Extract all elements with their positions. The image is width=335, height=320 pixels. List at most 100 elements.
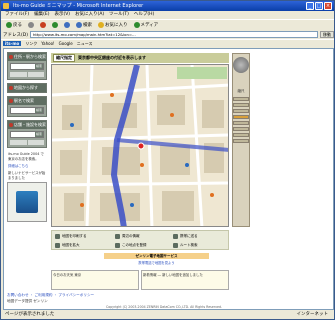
send-mobile-button[interactable]: 携帯に送る bbox=[172, 233, 198, 240]
footer-credit: 地図データ提供 ゼンリン bbox=[7, 299, 48, 303]
shop-search-box: 店舗・施設を検索 検索 bbox=[7, 120, 47, 148]
section-header: 住所・駅から検索 bbox=[8, 53, 46, 61]
address-label: アドレス(D) bbox=[3, 32, 28, 38]
window-title: Its-mo Guide ミニマップ - Microsoft Internet … bbox=[13, 3, 144, 9]
search-label: 検索 bbox=[83, 23, 92, 28]
forward-button[interactable] bbox=[26, 21, 36, 29]
map-title: 東京都中央区銀座の付近を表示します bbox=[78, 55, 146, 60]
zoom-step[interactable] bbox=[233, 133, 249, 137]
print-map-button[interactable]: 地図を印刷する bbox=[54, 233, 87, 240]
refresh-icon bbox=[52, 22, 58, 28]
zoom-step-selected[interactable] bbox=[233, 115, 249, 119]
section-header: 店舗・施設を検索 bbox=[8, 121, 46, 129]
address-bar: アドレス(D) http://www.its-mo.com/map/main.h… bbox=[1, 30, 334, 39]
menu-edit[interactable]: 編集(E) bbox=[34, 11, 49, 19]
register-point-button[interactable]: この地点を登録 bbox=[114, 242, 147, 249]
go-button[interactable]: 移動 bbox=[320, 31, 334, 38]
back-label: 戻る bbox=[13, 23, 22, 28]
section-header[interactable]: 地図から探す bbox=[8, 84, 46, 92]
favorites-button[interactable]: お気に入り bbox=[96, 21, 130, 29]
section-header: 駅名で検索 bbox=[8, 97, 46, 105]
map-graphic bbox=[52, 65, 228, 226]
promo-link[interactable]: 詳細はこちら bbox=[7, 163, 47, 170]
link-item[interactable]: ニュース bbox=[77, 41, 93, 47]
zone-text: インターネット bbox=[296, 312, 329, 317]
news-row: 今日のお天気 東京 新着情報 ― 新しい地図を追加しました bbox=[51, 270, 229, 290]
option-chip[interactable] bbox=[27, 72, 44, 77]
promo-text: its-mo Guide 2004 で東京のお店を検索。 bbox=[8, 152, 44, 161]
map-header: 縮尺指定 東京都中央区銀座の付近を表示します bbox=[51, 53, 229, 63]
stop-icon bbox=[40, 22, 46, 28]
weather-box[interactable]: 今日のお天気 東京 bbox=[51, 270, 139, 290]
address-input[interactable]: http://www.its-mo.com/map/main.htm?lat=1… bbox=[29, 31, 318, 38]
station-search-box: 駅名で検索 検索 bbox=[7, 96, 47, 117]
compass-icon[interactable] bbox=[233, 57, 249, 73]
link-item[interactable]: Yahoo! bbox=[41, 41, 54, 46]
media-label: メディア bbox=[140, 23, 159, 28]
shop-input[interactable]: 検索 bbox=[10, 131, 44, 138]
menu-help[interactable]: ヘルプ(H) bbox=[134, 11, 154, 19]
copyright: Copyright (C) 2003-2004 ZENRIN DataCom C… bbox=[105, 305, 223, 309]
search-submit-button[interactable]: 検索 bbox=[35, 64, 43, 69]
zoom-step[interactable] bbox=[233, 103, 249, 107]
zoom-step[interactable] bbox=[233, 121, 249, 125]
zoom-step[interactable] bbox=[233, 139, 249, 143]
zoom-label: 縮尺 bbox=[237, 89, 245, 93]
status-bar: ページが表示されました インターネット bbox=[1, 310, 334, 320]
minimize-button[interactable]: _ bbox=[306, 2, 314, 10]
browser-window: Its-mo Guide ミニマップ - Microsoft Internet … bbox=[0, 0, 335, 320]
home-icon bbox=[64, 22, 70, 28]
menu-tools[interactable]: ツール(T) bbox=[109, 11, 129, 19]
whats-new-box[interactable]: 新着情報 ― 新しい地図を追加しました bbox=[141, 270, 229, 290]
link-item[interactable]: Google bbox=[59, 41, 73, 46]
refresh-button[interactable] bbox=[50, 21, 60, 29]
footer: お問い合わせ ・ ご利用規約 ・ プライバシーポリシー 地図データ提供 ゼンリン bbox=[7, 292, 307, 304]
maximize-button[interactable]: □ bbox=[315, 2, 323, 10]
map-actions: 地図を印刷する 周辺の情報 携帯に送る 地図を拡大 この地点を登録 ルート検索 bbox=[51, 230, 229, 250]
title-bar: Its-mo Guide ミニマップ - Microsoft Internet … bbox=[1, 1, 334, 11]
service-banner: ゼンリン電子地図サービス bbox=[104, 253, 209, 259]
favorites-label: お気に入り bbox=[105, 23, 128, 28]
ie-icon bbox=[3, 3, 9, 9]
menu-file[interactable]: ファイル(F) bbox=[5, 11, 29, 19]
zoom-step[interactable] bbox=[233, 109, 249, 113]
option-chip[interactable] bbox=[10, 140, 27, 145]
zoom-in-button[interactable]: 地図を拡大 bbox=[54, 242, 80, 249]
links-bar: its-mo リンク Yahoo! Google ニュース bbox=[1, 39, 334, 47]
info-text: 新しいナビサービスが始まりました bbox=[8, 171, 46, 180]
service-link[interactable]: 携帯電話で地図を見よう bbox=[104, 260, 209, 265]
book-image bbox=[16, 191, 38, 213]
map-canvas[interactable] bbox=[51, 64, 229, 227]
route-search-button[interactable]: ルート検索 bbox=[172, 242, 198, 249]
address-input[interactable]: 検索 bbox=[10, 63, 44, 70]
star-icon bbox=[98, 22, 104, 28]
menu-bar: ファイル(F) 編集(E) 表示(V) お気に入り(A) ツール(T) ヘルプ(… bbox=[1, 11, 334, 19]
home-button[interactable] bbox=[62, 21, 72, 29]
left-panel: 住所・駅から検索 検索 地図から探す 駅名で検索 検索 店舗・施設を検索 検索 … bbox=[7, 52, 47, 222]
brand-link[interactable]: its-mo bbox=[3, 41, 22, 46]
link-item[interactable]: リンク bbox=[25, 41, 37, 47]
zoom-step[interactable] bbox=[233, 127, 249, 131]
search-button[interactable]: 検索 bbox=[74, 21, 94, 29]
nearby-info-button[interactable]: 周辺の情報 bbox=[114, 233, 140, 240]
station-input[interactable]: 検索 bbox=[10, 107, 44, 114]
option-chip[interactable] bbox=[27, 140, 44, 145]
address-search-box: 住所・駅から検索 検索 bbox=[7, 52, 47, 80]
menu-favorites[interactable]: お気に入り(A) bbox=[75, 11, 104, 19]
zoom-step[interactable] bbox=[233, 97, 249, 101]
option-chip[interactable] bbox=[10, 72, 27, 77]
search-submit-button[interactable]: 検索 bbox=[35, 108, 43, 113]
search-icon bbox=[76, 22, 82, 28]
map-browse-box: 地図から探す bbox=[7, 83, 47, 93]
close-button[interactable]: × bbox=[324, 2, 332, 10]
stop-button[interactable] bbox=[38, 21, 48, 29]
promo-banner[interactable] bbox=[7, 182, 47, 222]
zoom-slider[interactable] bbox=[233, 97, 249, 143]
media-button[interactable]: メディア bbox=[132, 21, 161, 29]
back-button[interactable]: 戻る bbox=[4, 21, 24, 29]
menu-view[interactable]: 表示(V) bbox=[54, 11, 70, 19]
status-text: ページが表示されました bbox=[5, 312, 55, 317]
search-submit-button[interactable]: 検索 bbox=[35, 132, 43, 137]
scale-tab[interactable]: 縮尺指定 bbox=[53, 54, 75, 62]
forward-arrow-icon bbox=[28, 22, 34, 28]
